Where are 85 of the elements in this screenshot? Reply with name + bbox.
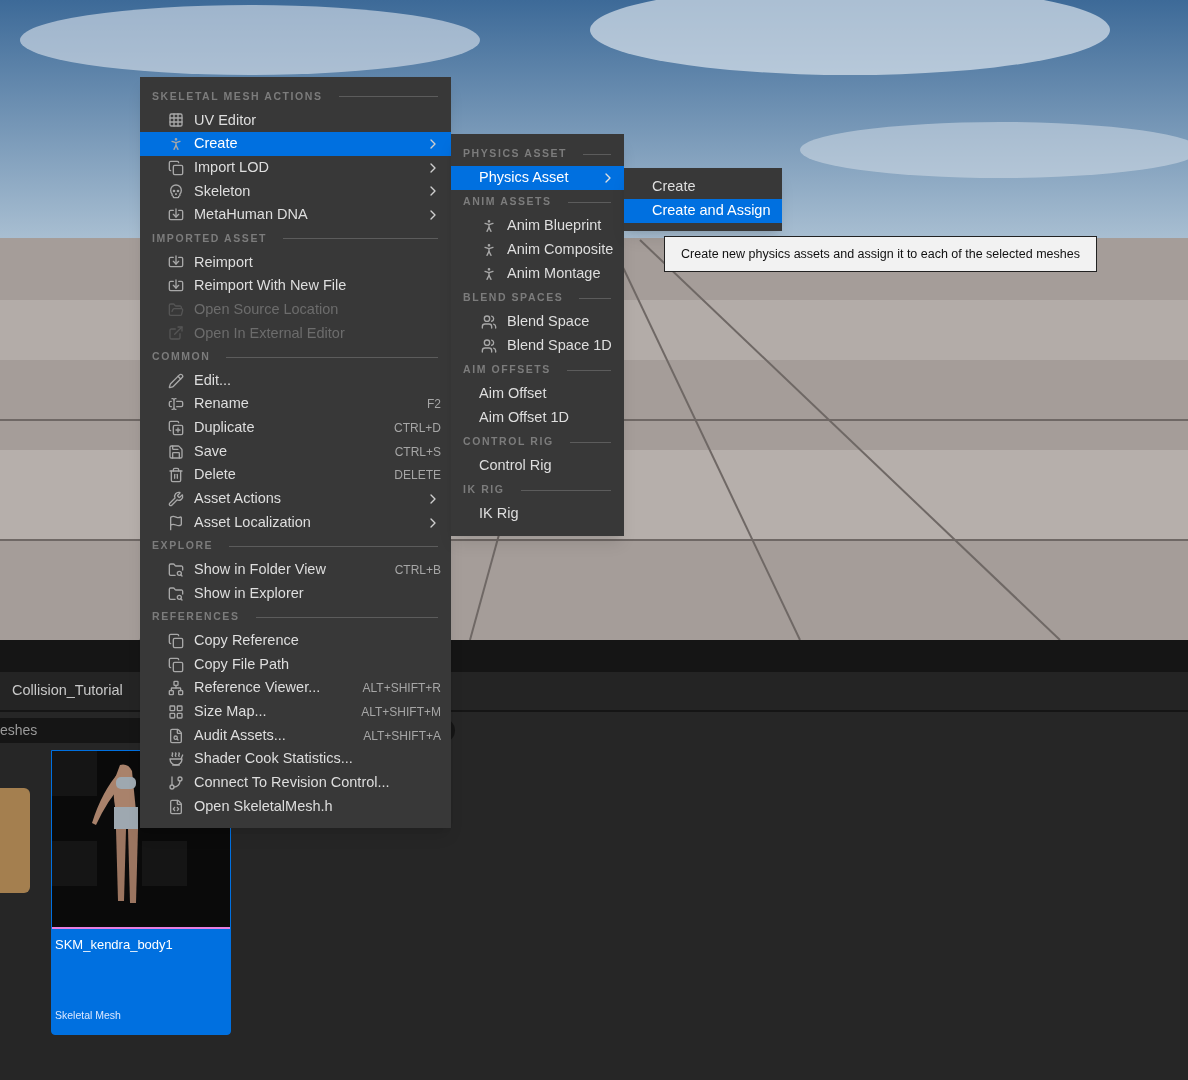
menu-item[interactable]: Blend Space 1D: [451, 334, 624, 358]
menu-item[interactable]: Audit Assets... ALT+SHIFT+A: [140, 723, 451, 748]
menu-item[interactable]: Skeleton: [140, 179, 451, 204]
menu-item[interactable]: Physics Asset: [451, 166, 624, 190]
shortcut-label: ALT+SHIFT+A: [363, 727, 441, 745]
wrench-icon: [168, 491, 184, 507]
asset-type: Skeletal Mesh: [55, 1008, 122, 1024]
running-figure-icon: [481, 266, 497, 282]
figures-icon: [481, 338, 497, 354]
shortcut-label: F2: [427, 396, 441, 414]
trash-icon: [168, 467, 184, 484]
menu-item[interactable]: Create and Assign: [624, 199, 782, 223]
folder-search-icon: [168, 561, 184, 578]
section-header: ANIM ASSETS: [463, 194, 552, 210]
menu-item[interactable]: Blend Space: [451, 310, 624, 334]
flag-icon: [168, 514, 184, 531]
menu-item[interactable]: Show in Folder View CTRL+B: [140, 558, 451, 582]
menu-item[interactable]: Anim Composite: [451, 238, 624, 262]
menu-item[interactable]: Size Map... ALT+SHIFT+M: [140, 700, 451, 724]
menu-item[interactable]: IK Rig: [451, 502, 624, 526]
running-figure-icon: [481, 218, 497, 234]
section-header: BLEND SPACES: [463, 290, 564, 306]
section-header: COMMON: [152, 349, 211, 365]
shortcut-label: ALT+SHIFT+R: [362, 680, 441, 698]
grid-icon: [168, 112, 184, 129]
folder-tile[interactable]: [0, 788, 30, 893]
menu-item[interactable]: Rename F2: [140, 392, 451, 417]
menu-item[interactable]: Import LOD: [140, 155, 451, 180]
menu-item[interactable]: Copy Reference: [140, 629, 451, 653]
menu-item[interactable]: Anim Montage: [451, 262, 624, 286]
menu-item[interactable]: Reference Viewer... ALT+SHIFT+R: [140, 676, 451, 701]
menu-item[interactable]: Edit...: [140, 368, 451, 393]
figures-icon: [481, 314, 497, 330]
folder-tab[interactable]: Collision_Tutorial: [12, 680, 123, 702]
shortcut-label: ALT+SHIFT+M: [361, 703, 441, 721]
copy-icon: [168, 632, 184, 649]
menu-item[interactable]: Aim Offset 1D: [451, 406, 624, 430]
menu-item[interactable]: Anim Blueprint: [451, 214, 624, 238]
menu-item[interactable]: UV Editor: [140, 108, 451, 133]
running-figure-icon: [168, 136, 184, 153]
shortcut-label: DELETE: [394, 467, 441, 485]
menu-item[interactable]: Show in Explorer: [140, 581, 451, 606]
section-header: EXPLORE: [152, 538, 214, 554]
menu-item[interactable]: Asset Localization: [140, 510, 451, 535]
menu-item[interactable]: MetaHuman DNA: [140, 203, 451, 227]
save-icon: [168, 443, 184, 460]
shortcut-label: CTRL+B: [394, 561, 441, 579]
menu-item[interactable]: Reimport: [140, 250, 451, 275]
section-header: PHYSICS ASSET: [463, 146, 568, 162]
steaming-bowl-icon: [168, 751, 184, 768]
section-header: CONTROL RIG: [463, 434, 554, 450]
menu-item[interactable]: Copy File Path: [140, 652, 451, 677]
skull-icon: [168, 183, 184, 200]
branch-icon: [168, 774, 184, 791]
menu-item[interactable]: Aim Offset: [451, 382, 624, 406]
menu-item[interactable]: Reimport With New File: [140, 274, 451, 298]
tooltip: Create new physics assets and assign it to each of the selected meshes: [664, 236, 1097, 272]
shortcut-label: CTRL+S: [394, 443, 441, 461]
text-cursor-icon: [168, 396, 184, 413]
folder-icon: [168, 301, 184, 318]
network-icon: [168, 680, 184, 697]
code-file-icon: [168, 798, 184, 815]
menu-item[interactable]: Asset Actions: [140, 487, 451, 511]
asset-name: SKM_kendra_body1: [55, 936, 174, 954]
section-header: IK RIG: [463, 482, 505, 498]
section-header: SKELETAL MESH ACTIONS: [152, 88, 323, 104]
file-search-icon: [168, 727, 184, 744]
menu-item[interactable]: Delete DELETE: [140, 463, 451, 488]
layout-grid-icon: [168, 703, 184, 720]
section-header: AIM OFFSETS: [463, 362, 551, 378]
menu-item[interactable]: Duplicate CTRL+D: [140, 416, 451, 440]
folder-search-icon: [168, 585, 184, 602]
pencil-icon: [168, 372, 184, 389]
menu-item[interactable]: Create: [140, 132, 451, 156]
menu-item[interactable]: Create: [624, 175, 782, 199]
menu-item[interactable]: Control Rig: [451, 454, 624, 478]
menu-item[interactable]: Save CTRL+S: [140, 439, 451, 464]
section-header: REFERENCES: [152, 609, 240, 625]
external-link-icon: [168, 325, 184, 342]
duplicate-icon: [168, 420, 184, 436]
running-figure-icon: [481, 242, 497, 258]
copy-icon: [168, 656, 184, 673]
shortcut-label: CTRL+D: [394, 420, 441, 437]
stacked-pages-icon: [168, 159, 184, 176]
section-header: IMPORTED ASSET: [152, 230, 267, 246]
